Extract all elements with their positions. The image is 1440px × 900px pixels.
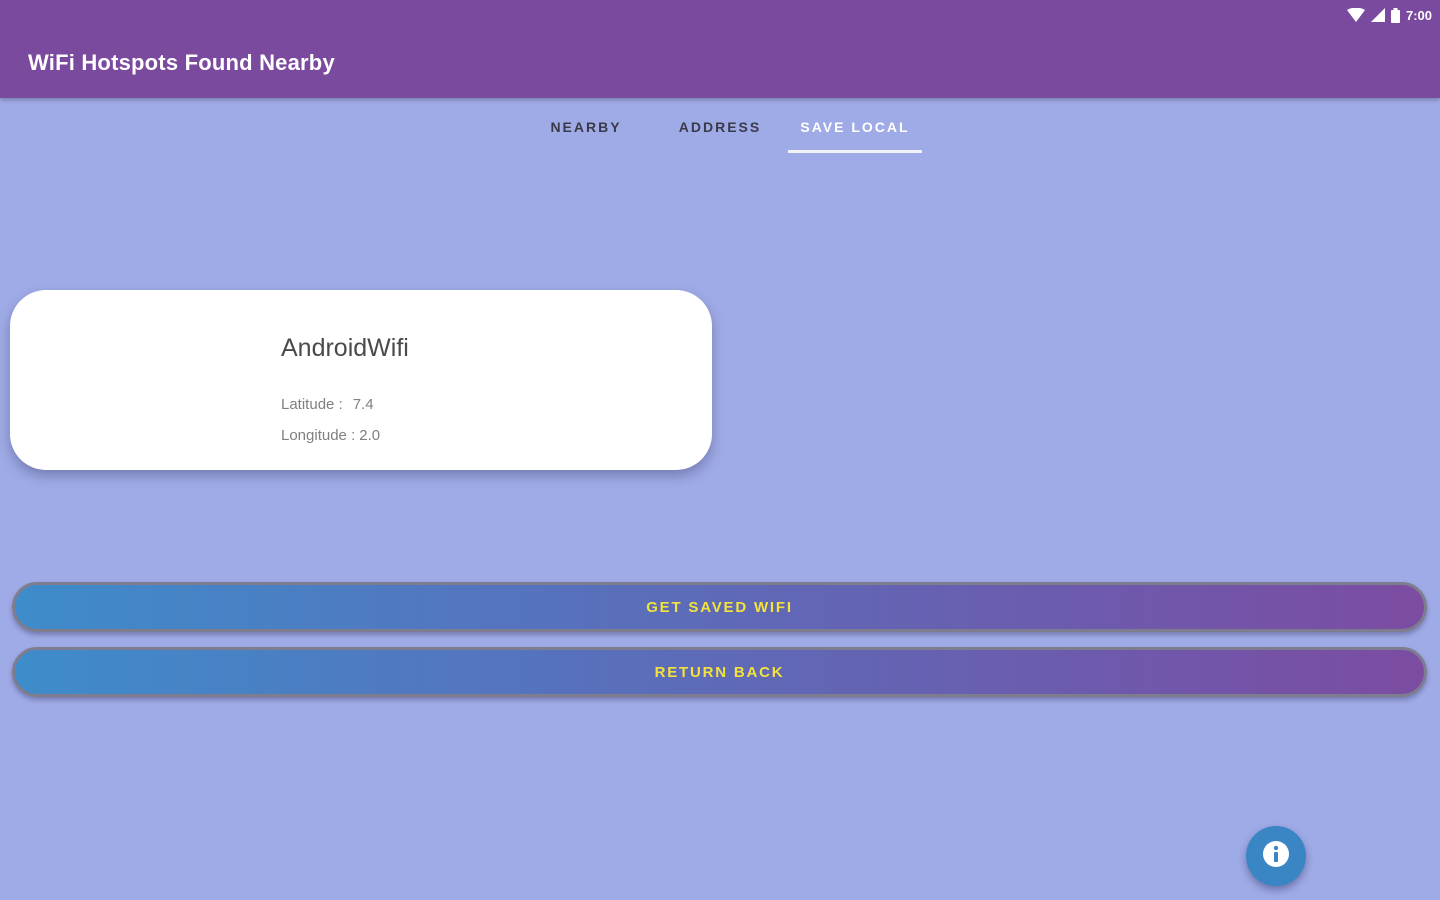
signal-icon <box>1370 8 1385 22</box>
app-title: WiFi Hotspots Found Nearby <box>28 50 335 75</box>
latitude-label: Latitude : <box>281 396 343 413</box>
tab-nearby[interactable]: NEARBY <box>536 108 636 154</box>
status-time: 7:00 <box>1405 7 1432 23</box>
battery-icon <box>1390 7 1400 23</box>
info-icon <box>1262 840 1290 873</box>
app-bar: 7:00 WiFi Hotspots Found Nearby <box>0 0 1440 98</box>
tab-indicator <box>788 150 922 153</box>
return-back-button[interactable]: RETURN BACK <box>12 647 1427 697</box>
wifi-card[interactable]: AndroidWifi Latitude : 7.4 Longitude :2.0 <box>10 290 712 470</box>
latitude-row: Latitude : 7.4 <box>281 396 374 413</box>
info-button[interactable] <box>1246 826 1306 886</box>
wifi-icon <box>1346 8 1365 22</box>
tab-bar: NEARBY ADDRESS SAVE LOCAL <box>0 108 1440 156</box>
longitude-value: 2.0 <box>359 427 381 444</box>
longitude-row: Longitude :2.0 <box>281 427 380 444</box>
latitude-value: 7.4 <box>352 396 374 413</box>
wifi-name: AndroidWifi <box>281 334 409 362</box>
status-bar: 7:00 <box>1346 4 1432 26</box>
longitude-label: Longitude : <box>281 427 356 444</box>
tab-save-local[interactable]: SAVE LOCAL <box>788 108 922 154</box>
tab-address[interactable]: ADDRESS <box>666 108 774 154</box>
get-saved-wifi-button[interactable]: GET SAVED WIFI <box>12 582 1427 632</box>
